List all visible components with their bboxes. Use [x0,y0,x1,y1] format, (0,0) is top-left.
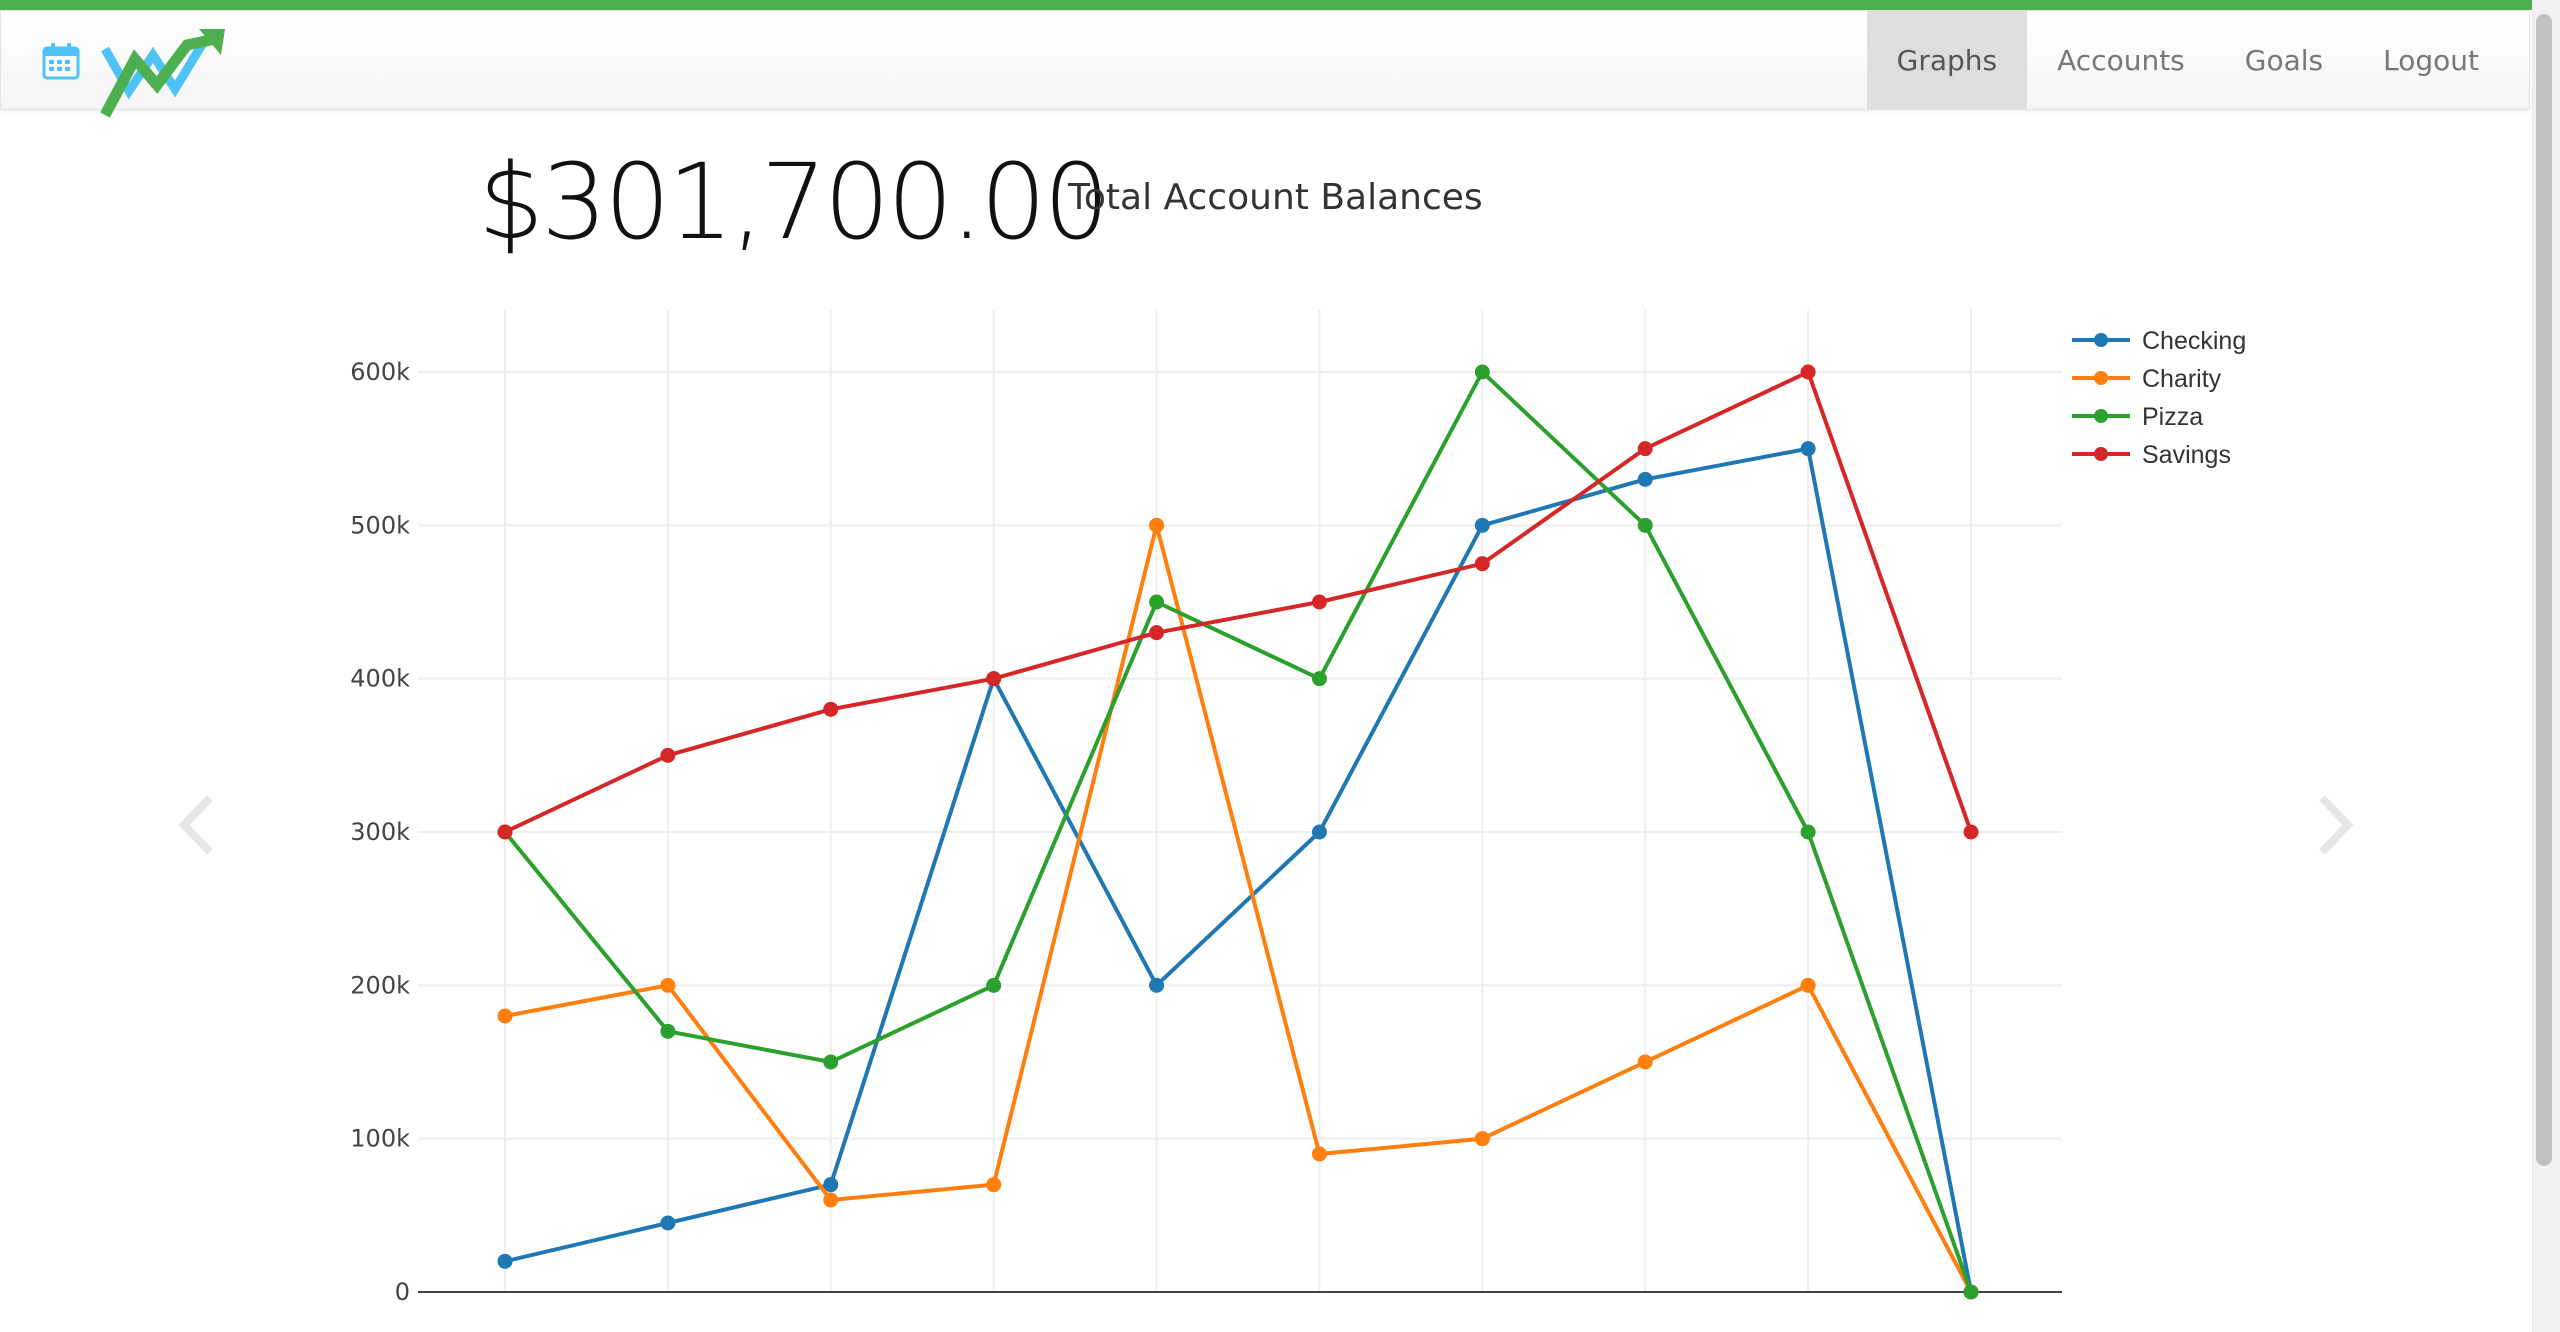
nav-menu: Graphs Accounts Goals Logout [1866,11,2509,109]
legend-marker-checking [2094,333,2108,347]
data-point-charity [986,1177,1002,1193]
navbar: Graphs Accounts Goals Logout [0,10,2530,118]
data-point-pizza [823,1054,839,1070]
data-point-charity [823,1192,839,1208]
nav-item-goals[interactable]: Goals [2215,11,2353,109]
scrollbar-thumb[interactable] [2536,14,2552,1166]
legend-marker-savings [2094,447,2108,461]
data-point-charity [1149,517,1165,533]
total-balance-value: $301,700.00 [478,141,1110,263]
data-point-charity [1637,1054,1653,1070]
data-point-savings [823,701,839,717]
data-point-pizza [1963,1284,1979,1300]
data-point-savings [1311,594,1327,610]
legend-label-checking: Checking [2142,327,2246,355]
y-tick-label: 400k [350,665,410,693]
data-point-pizza [986,977,1002,993]
chevron-right-icon[interactable] [2304,790,2364,860]
data-point-pizza [1637,517,1653,533]
nav-item-graphs[interactable]: Graphs [1866,11,2028,109]
data-point-savings [1637,441,1653,457]
chevron-left-icon[interactable] [168,790,228,860]
data-point-checking [660,1215,676,1231]
y-tick-label: 500k [350,511,410,539]
data-point-checking [1311,824,1327,840]
data-point-checking [1800,441,1816,457]
data-point-pizza [1311,671,1327,687]
data-point-charity [497,1008,513,1024]
legend-label-pizza: Pizza [2142,403,2203,431]
nav-item-accounts[interactable]: Accounts [2027,11,2215,109]
calendar-icon[interactable] [41,41,81,81]
data-point-checking [1637,471,1653,487]
data-point-savings [497,824,513,840]
legend-marker-pizza [2094,409,2108,423]
data-point-pizza [1474,364,1490,380]
data-point-savings [660,747,676,763]
data-point-checking [1474,517,1490,533]
legend-marker-charity [2094,371,2108,385]
data-point-savings [986,671,1002,687]
data-point-checking [1149,977,1165,993]
y-tick-label: 300k [350,818,410,846]
series-line-savings [504,370,1973,834]
data-point-savings [1474,556,1490,572]
data-point-charity [1311,1146,1327,1162]
y-tick-label: 200k [350,971,410,999]
trend-arrow-logo[interactable] [99,29,225,119]
legend-label-savings: Savings [2142,441,2231,469]
top-accent-bar [0,0,2532,10]
data-point-pizza [660,1023,676,1039]
data-point-savings [1149,625,1165,641]
legend-label-charity: Charity [2142,365,2222,393]
data-point-charity [1474,1131,1490,1147]
data-point-charity [1800,977,1816,993]
y-tick-label: 0 [395,1278,410,1306]
data-point-savings [1800,364,1816,380]
y-tick-label: 600k [350,358,410,386]
y-tick-label: 100k [350,1125,410,1153]
data-point-charity [660,977,676,993]
series-line-checking [504,446,1973,1293]
data-point-checking [497,1253,513,1269]
nav-item-logout[interactable]: Logout [2353,11,2509,109]
total-balance-label: Total Account Balances [1068,177,1483,218]
data-point-pizza [1149,594,1165,610]
data-point-pizza [1800,824,1816,840]
data-point-savings [1963,824,1979,840]
